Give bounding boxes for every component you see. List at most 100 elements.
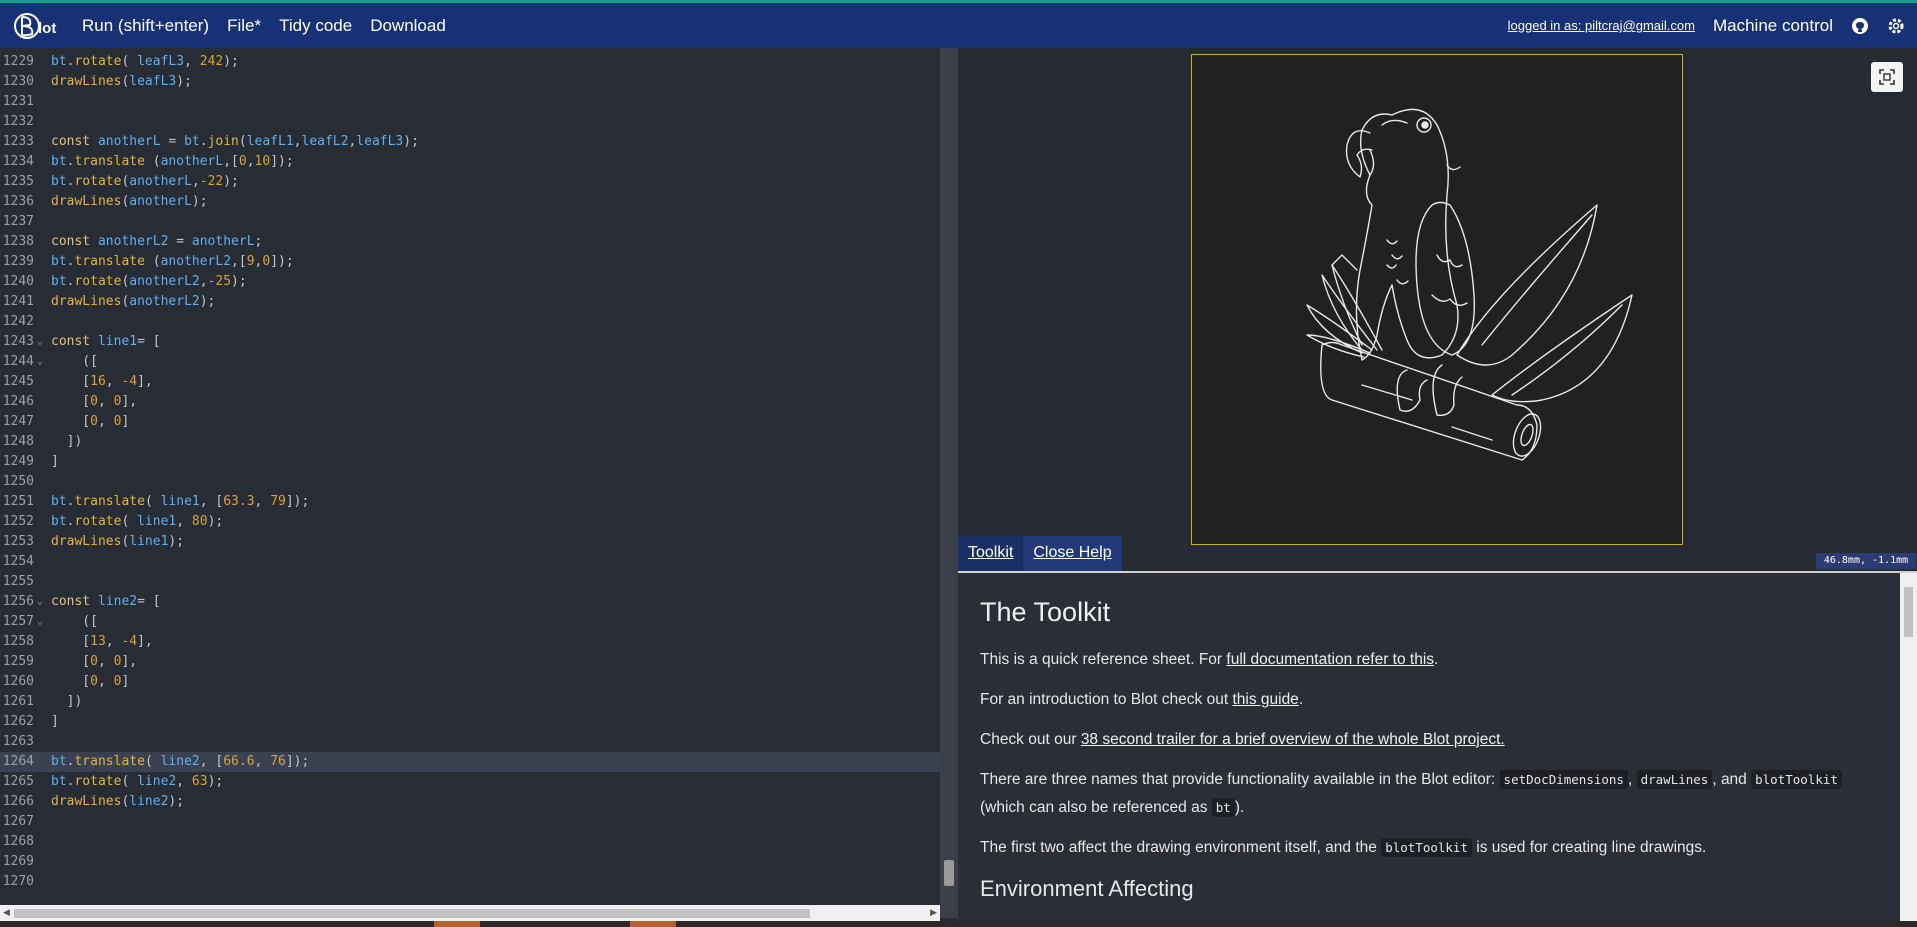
guide-link[interactable]: this guide bbox=[1232, 691, 1298, 708]
code-line[interactable]: 1237 bbox=[0, 212, 940, 232]
code-line[interactable]: 1259 [0, 0], bbox=[0, 652, 940, 672]
help-text: (which can also be referenced as bbox=[980, 799, 1212, 816]
code-line[interactable]: 1248 ]) bbox=[0, 432, 940, 452]
code-line[interactable]: 1263 bbox=[0, 732, 940, 752]
code-text: const line2= [ bbox=[51, 594, 161, 609]
line-number: 1249 bbox=[2, 454, 34, 469]
fold-chevron-icon[interactable]: ⌄ bbox=[37, 332, 43, 352]
line-number: 1270 bbox=[2, 874, 34, 889]
file-menu[interactable]: File* bbox=[227, 16, 261, 36]
code-text: drawLines(anotherL2); bbox=[51, 294, 216, 309]
line-number: 1229 bbox=[2, 54, 34, 69]
code-line[interactable]: 1270 bbox=[0, 872, 940, 892]
line-number: 1250 bbox=[2, 474, 34, 489]
scrollbar-thumb[interactable] bbox=[944, 860, 954, 886]
code-text: bt.rotate( line2, 63); bbox=[51, 774, 224, 789]
code-line[interactable]: 1235 bt.rotate(anotherL,-22); bbox=[0, 172, 940, 192]
code-line[interactable]: 1234 bt.translate (anotherL,[0,10]); bbox=[0, 152, 940, 172]
code-line[interactable]: 1230 drawLines(leafL3); bbox=[0, 72, 940, 92]
code-line[interactable]: 1244 ⌄ ([ bbox=[0, 352, 940, 372]
line-number: 1254 bbox=[2, 554, 34, 569]
line-number: 1230 bbox=[2, 74, 34, 89]
help-text: For an introduction to Blot check out bbox=[980, 691, 1233, 708]
code-line[interactable]: 1243 ⌄ const line1= [ bbox=[0, 332, 940, 352]
code-line[interactable]: 1236 drawLines(anotherL); bbox=[0, 192, 940, 212]
tab-toolkit[interactable]: Toolkit bbox=[958, 536, 1024, 571]
code-line[interactable]: 1250 bbox=[0, 472, 940, 492]
scroll-right-arrow-icon[interactable]: ▶ bbox=[930, 907, 937, 918]
code-line[interactable]: 1233 const anotherL = bt.join(leafL1,leaf… bbox=[0, 132, 940, 152]
code-text: ([ bbox=[51, 354, 114, 369]
line-number: 1258 bbox=[2, 634, 34, 649]
code-line[interactable]: 1245 [16, -4], bbox=[0, 372, 940, 392]
scroll-left-arrow-icon[interactable]: ◀ bbox=[3, 907, 10, 918]
code-line[interactable]: 1262] bbox=[0, 712, 940, 732]
top-bar: lot Run (shift+enter) File* Tidy code Do… bbox=[0, 0, 1917, 48]
help-paragraph: For an introduction to Blot check out th… bbox=[980, 686, 1878, 714]
editor-vertical-scrollbar[interactable] bbox=[940, 48, 958, 918]
fit-to-view-button[interactable] bbox=[1871, 62, 1903, 92]
code-line[interactable]: 1242 bbox=[0, 312, 940, 332]
tidy-code-button[interactable]: Tidy code bbox=[279, 16, 352, 36]
login-status-link[interactable]: logged in as: piltcraj@gmail.com bbox=[1508, 18, 1695, 33]
code-bt: bt bbox=[1211, 798, 1235, 817]
code-text: bt.translate( line1, [63.3, 79]); bbox=[51, 494, 310, 509]
code-line[interactable]: 1241 drawLines(anotherL2); bbox=[0, 292, 940, 312]
code-line[interactable]: 1269 bbox=[0, 852, 940, 872]
code-line[interactable]: 1261 ]) bbox=[0, 692, 940, 712]
code-line[interactable]: 1231 bbox=[0, 92, 940, 112]
fold-chevron-icon[interactable]: ⌄ bbox=[37, 592, 43, 612]
download-button[interactable]: Download bbox=[370, 16, 446, 36]
code-line[interactable]: 1251 bt.translate( line1, [63.3, 79]); bbox=[0, 492, 940, 512]
code-line[interactable]: 1258 [13, -4], bbox=[0, 632, 940, 652]
code-text: drawLines(anotherL); bbox=[51, 194, 208, 209]
code-line[interactable]: 1266 drawLines(line2); bbox=[0, 792, 940, 812]
trailer-link[interactable]: 38 second trailer for a brief overview o… bbox=[1081, 731, 1505, 748]
help-paragraph: Check out our 38 second trailer for a br… bbox=[980, 726, 1878, 754]
help-text: , and bbox=[1712, 771, 1752, 788]
line-number: 1261 bbox=[2, 694, 34, 709]
code-line[interactable]: 1249] bbox=[0, 452, 940, 472]
drawing-canvas[interactable] bbox=[1191, 54, 1683, 545]
code-line[interactable]: 1246 [0, 0], bbox=[0, 392, 940, 412]
fold-chevron-icon[interactable]: ⌄ bbox=[37, 612, 43, 632]
code-editor[interactable]: 1229 bt.rotate( leafL3, 242); 1230 drawLine… bbox=[0, 48, 940, 918]
fold-chevron-icon[interactable]: ⌄ bbox=[37, 352, 43, 372]
code-line[interactable]: 1265 bt.rotate( line2, 63); bbox=[0, 772, 940, 792]
code-line[interactable]: 1238 const anotherL2 = anotherL; bbox=[0, 232, 940, 252]
code-line[interactable]: 1267 bbox=[0, 812, 940, 832]
scrollbar-thumb[interactable] bbox=[14, 909, 810, 918]
code-line[interactable]: 1253 drawLines(line1); bbox=[0, 532, 940, 552]
code-line[interactable]: 1256 ⌄ const line2= [ bbox=[0, 592, 940, 612]
code-text: const line1= [ bbox=[51, 334, 161, 349]
code-line[interactable]: 1252 bt.rotate( line1, 80); bbox=[0, 512, 940, 532]
help-scrollbar[interactable] bbox=[1900, 573, 1917, 921]
line-number: 1240 bbox=[2, 274, 34, 289]
code-line[interactable]: 1264 bt.translate( line2, [66.6, 76]); bbox=[0, 752, 940, 772]
code-line[interactable]: 1232 bbox=[0, 112, 940, 132]
code-line[interactable]: 1255 bbox=[0, 572, 940, 592]
code-text: [13, -4], bbox=[51, 634, 153, 649]
line-number: 1247 bbox=[2, 414, 34, 429]
code-line[interactable]: 1247 [0, 0] bbox=[0, 412, 940, 432]
gear-icon[interactable] bbox=[1887, 17, 1905, 35]
github-icon[interactable] bbox=[1851, 17, 1869, 35]
scrollbar-thumb[interactable] bbox=[1904, 587, 1913, 637]
code-line[interactable]: 1260 [0, 0] bbox=[0, 672, 940, 692]
code-line[interactable]: 1239 bt.translate (anotherL2,[9,0]); bbox=[0, 252, 940, 272]
line-number: 1260 bbox=[2, 674, 34, 689]
run-button[interactable]: Run (shift+enter) bbox=[82, 16, 209, 36]
editor-horizontal-scrollbar[interactable]: ◀ ▶ bbox=[0, 905, 940, 921]
blot-logo[interactable]: lot bbox=[0, 3, 64, 48]
code-line[interactable]: 1268 bbox=[0, 832, 940, 852]
code-text: drawLines(line2); bbox=[51, 794, 185, 809]
code-line[interactable]: 1240 bt.rotate(anotherL2,-25); bbox=[0, 272, 940, 292]
code-line[interactable]: 1254 bbox=[0, 552, 940, 572]
line-number: 1265 bbox=[2, 774, 34, 789]
line-number: 1235 bbox=[2, 174, 34, 189]
machine-control-button[interactable]: Machine control bbox=[1713, 16, 1833, 36]
code-line[interactable]: 1229 bt.rotate( leafL3, 242); bbox=[0, 52, 940, 72]
code-line[interactable]: 1257 ⌄ ([ bbox=[0, 612, 940, 632]
full-documentation-link[interactable]: full documentation refer to this bbox=[1226, 651, 1434, 668]
tab-close-help[interactable]: Close Help bbox=[1023, 536, 1121, 571]
